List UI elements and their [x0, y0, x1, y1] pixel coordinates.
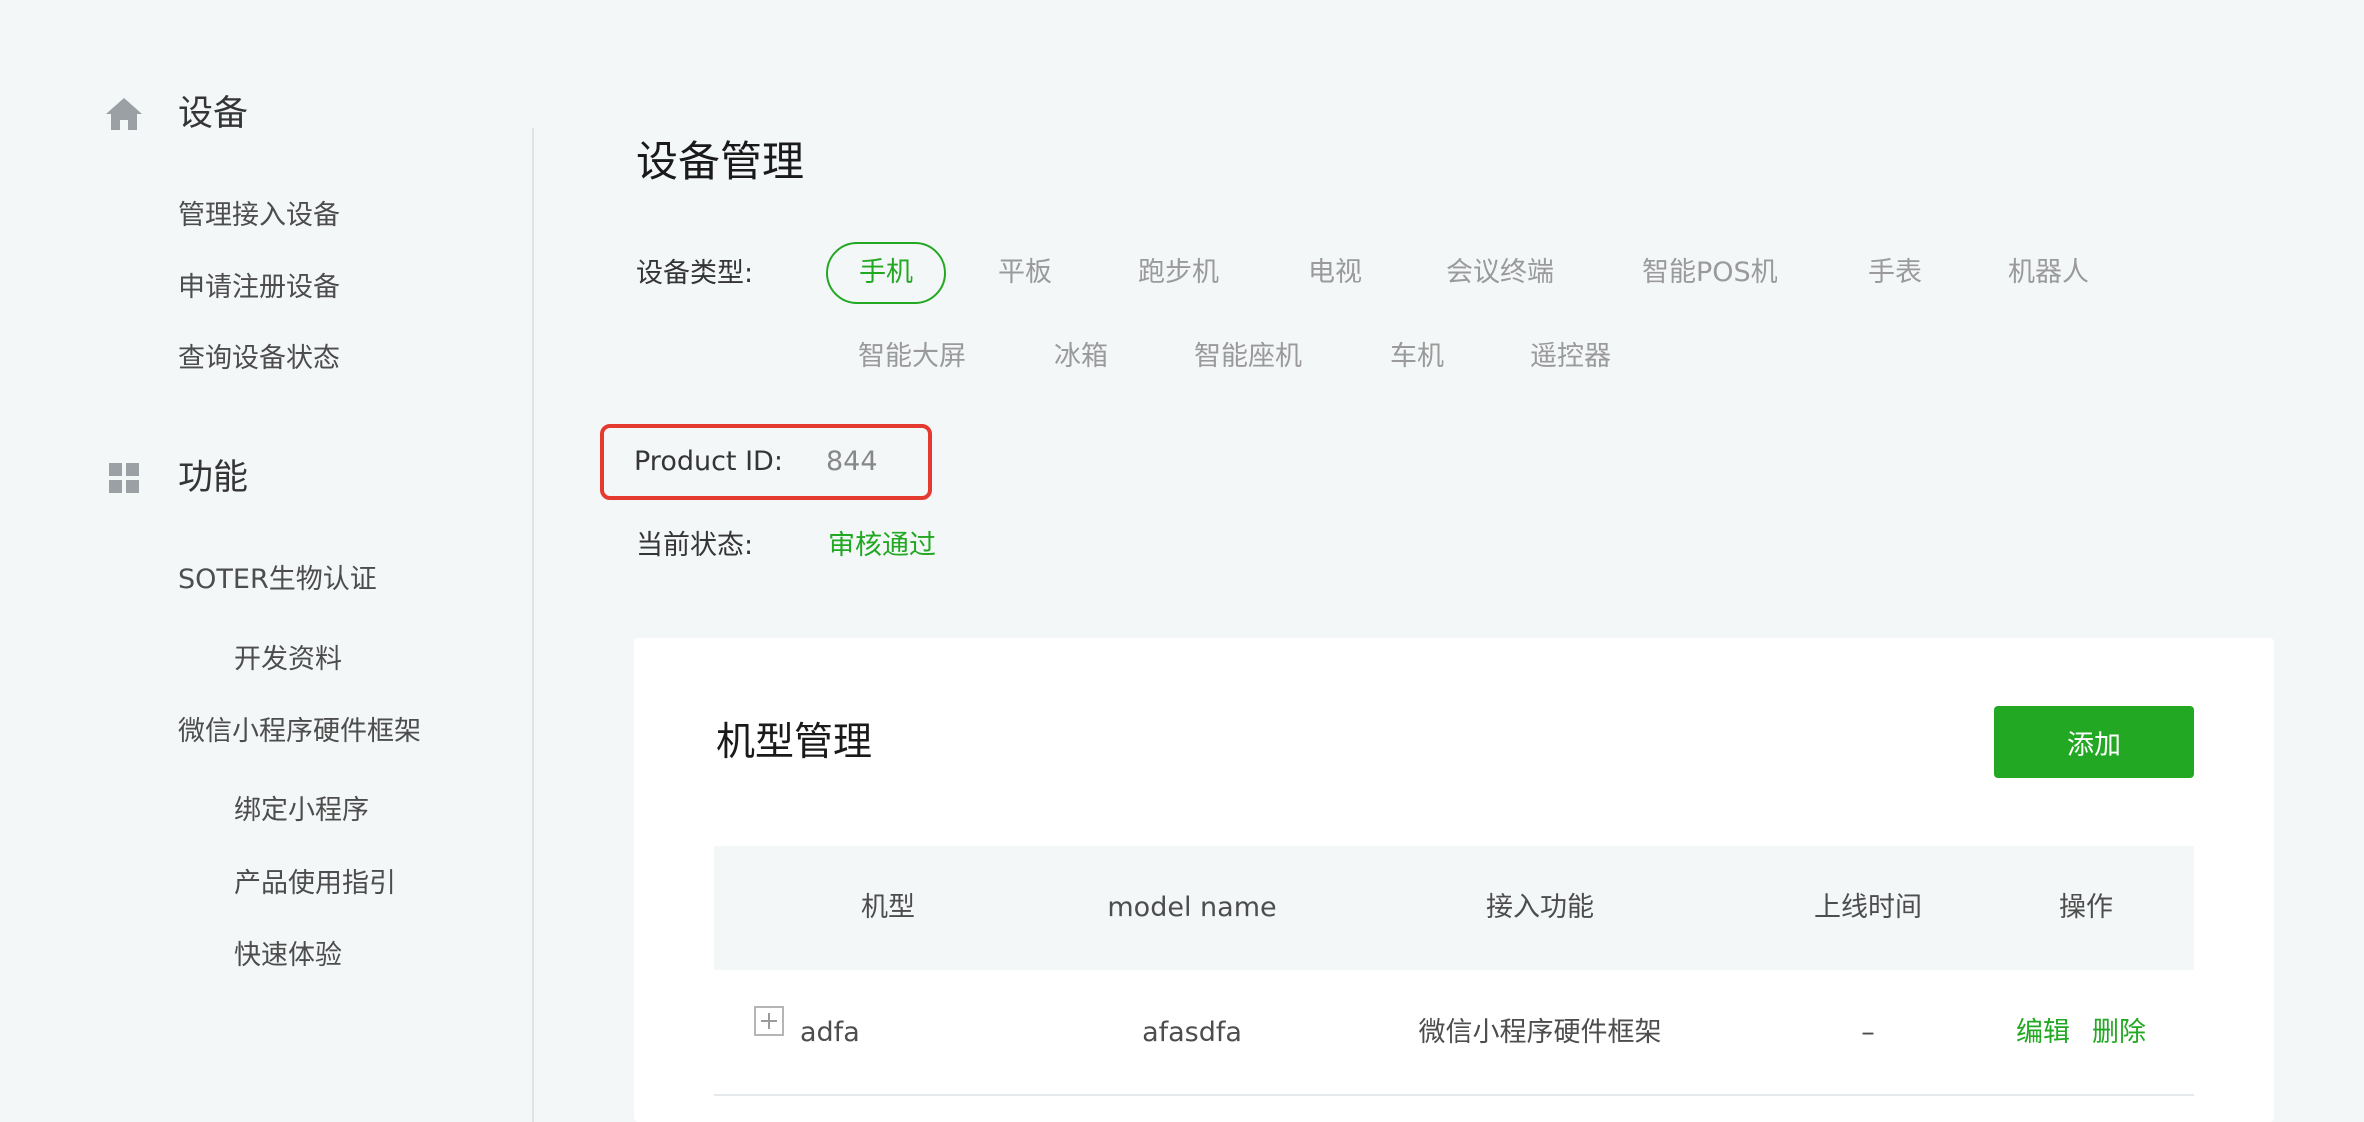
- column-header-feature: 接入功能: [1486, 892, 1594, 923]
- sidebar: 设备 管理接入设备 申请注册设备 查询设备状态 功能 SOTER生物认证 开发资…: [0, 0, 534, 1122]
- device-type-tag-conference[interactable]: 会议终端: [1446, 242, 1554, 304]
- sidebar-item-dev-docs[interactable]: 开发资料: [234, 642, 342, 678]
- column-header-online-time: 上线时间: [1814, 892, 1922, 923]
- sidebar-item-query-status[interactable]: 查询设备状态: [178, 341, 340, 377]
- cell-feature: 微信小程序硬件框架: [1418, 1017, 1662, 1048]
- sidebar-divider: [532, 128, 534, 1122]
- sidebar-item-soter[interactable]: SOTER生物认证: [178, 562, 377, 598]
- app-root: 设备 管理接入设备 申请注册设备 查询设备状态 功能 SOTER生物认证 开发资…: [0, 0, 2364, 1122]
- sidebar-item-manage-devices[interactable]: 管理接入设备: [178, 198, 340, 234]
- device-type-tag-smart-landline[interactable]: 智能座机: [1194, 326, 1302, 388]
- column-header-model: 机型: [861, 892, 915, 923]
- cell-model-name: afasdfa: [1142, 1017, 1242, 1048]
- model-management-card: 机型管理 添加 机型 model name 接入功能 上线时间 操作 adfa …: [634, 638, 2274, 1122]
- device-type-tag-tv[interactable]: 电视: [1308, 242, 1362, 304]
- device-type-tag-phone[interactable]: 手机: [826, 242, 946, 304]
- device-type-tag-treadmill[interactable]: 跑步机: [1138, 242, 1219, 304]
- page-title: 设备管理: [636, 137, 805, 186]
- status-label: 当前状态:: [636, 530, 754, 561]
- device-type-tag-tablet[interactable]: 平板: [998, 242, 1052, 304]
- sidebar-group-feature[interactable]: 功能: [104, 458, 248, 498]
- sidebar-group-device[interactable]: 设备: [104, 94, 248, 134]
- edit-link[interactable]: 编辑: [2016, 1015, 2070, 1051]
- device-type-tag-remote[interactable]: 遥控器: [1530, 326, 1611, 388]
- device-type-tag-robot[interactable]: 机器人: [2008, 242, 2089, 304]
- add-button[interactable]: 添加: [1994, 706, 2194, 778]
- cell-model: adfa: [800, 1017, 860, 1048]
- device-type-tag-smart-screen[interactable]: 智能大屏: [858, 326, 966, 388]
- device-type-tag-pos[interactable]: 智能POS机: [1642, 242, 1778, 304]
- card-title: 机型管理: [716, 720, 873, 765]
- table-header: 机型 model name 接入功能 上线时间 操作: [714, 846, 2194, 970]
- product-id-value: 844: [826, 446, 878, 477]
- sidebar-group-device-label: 设备: [178, 94, 249, 134]
- device-type-tag-watch[interactable]: 手表: [1868, 242, 1922, 304]
- expand-plus-icon[interactable]: [754, 1006, 784, 1036]
- sidebar-group-feature-label: 功能: [178, 458, 249, 498]
- sidebar-item-miniprogram-framework[interactable]: 微信小程序硬件框架: [178, 714, 421, 750]
- column-header-actions: 操作: [2059, 892, 2113, 923]
- sidebar-item-register-device[interactable]: 申请注册设备: [178, 270, 340, 306]
- sidebar-item-product-guide[interactable]: 产品使用指引: [234, 866, 396, 902]
- sidebar-item-bind-miniprogram[interactable]: 绑定小程序: [234, 793, 369, 829]
- device-type-tag-fridge[interactable]: 冰箱: [1054, 326, 1108, 388]
- status-value: 审核通过: [828, 530, 936, 561]
- column-header-model-name: model name: [1107, 892, 1277, 923]
- product-id-label: Product ID:: [634, 446, 783, 477]
- cell-online-time: –: [1861, 1017, 1875, 1048]
- home-icon: [104, 94, 144, 134]
- device-type-label: 设备类型:: [636, 258, 754, 289]
- table-row: adfa afasdfa 微信小程序硬件框架 – 编辑 删除: [714, 970, 2194, 1096]
- sidebar-item-quick-trial[interactable]: 快速体验: [234, 938, 342, 974]
- delete-link[interactable]: 删除: [2092, 1015, 2146, 1051]
- grid-icon: [104, 458, 144, 498]
- device-type-tag-car[interactable]: 车机: [1390, 326, 1444, 388]
